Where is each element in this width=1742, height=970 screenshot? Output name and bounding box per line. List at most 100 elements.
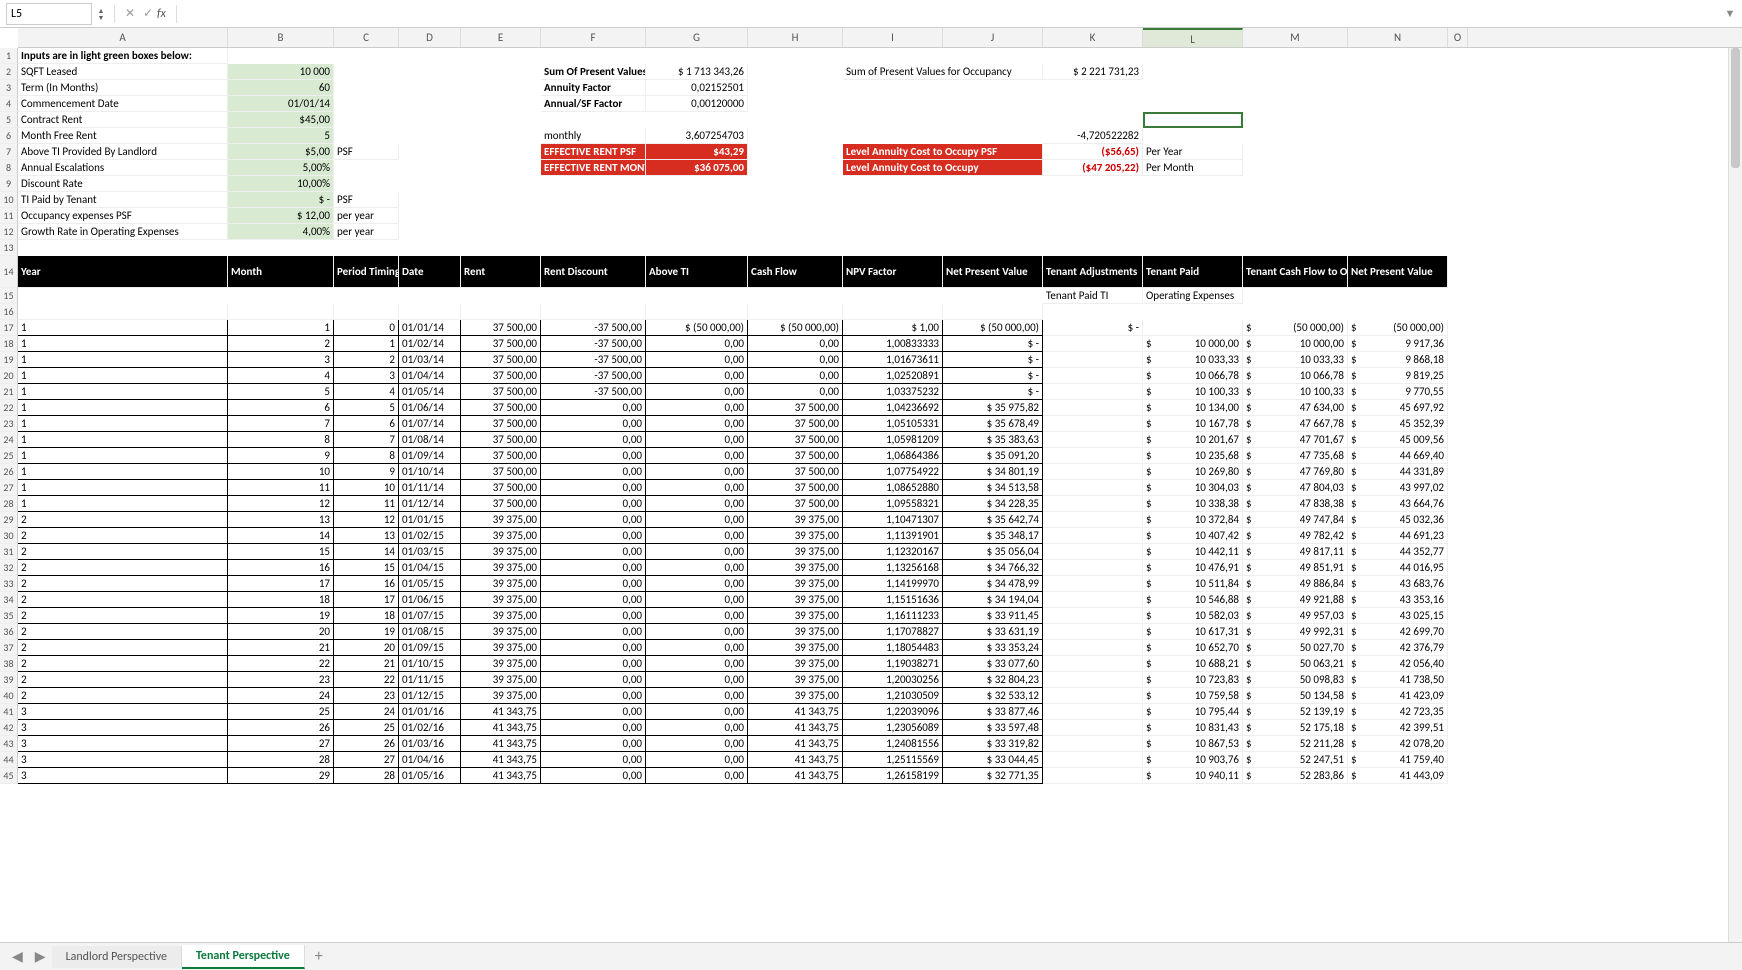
cell[interactable]: 1,02520891 bbox=[843, 368, 943, 384]
cell[interactable]: 01/09/14 bbox=[399, 448, 461, 464]
cell[interactable]: 01/06/14 bbox=[399, 400, 461, 416]
cell[interactable]: $10 100,33 bbox=[1243, 384, 1348, 400]
cell[interactable]: Sum of Present Values for Occupancy bbox=[843, 64, 1043, 80]
cell[interactable]: 37 500,00 bbox=[461, 368, 541, 384]
cell[interactable]: Annual/SF Factor bbox=[541, 96, 646, 112]
cell[interactable]: 0,00 bbox=[541, 736, 646, 752]
cell[interactable]: 14 bbox=[334, 544, 399, 560]
cell[interactable]: 1,12320167 bbox=[843, 544, 943, 560]
row-header-38[interactable]: 38 bbox=[0, 656, 18, 672]
cell[interactable]: 0,00 bbox=[541, 720, 646, 736]
cell[interactable]: 39 375,00 bbox=[748, 624, 843, 640]
cell[interactable] bbox=[1043, 672, 1143, 688]
cell[interactable]: Growth Rate in Operating Expenses bbox=[18, 224, 228, 240]
cell[interactable]: $10 372,84 bbox=[1143, 512, 1243, 528]
cell[interactable] bbox=[541, 304, 646, 320]
cell[interactable]: 12 bbox=[334, 512, 399, 528]
cell[interactable]: $50 134,58 bbox=[1243, 688, 1348, 704]
cell[interactable]: $49 957,03 bbox=[1243, 608, 1348, 624]
cell[interactable]: 01/10/14 bbox=[399, 464, 461, 480]
cell[interactable]: $10 652,70 bbox=[1143, 640, 1243, 656]
cell[interactable]: $42 078,20 bbox=[1348, 736, 1448, 752]
cell[interactable]: 1 bbox=[18, 368, 228, 384]
cell[interactable]: 0,00 bbox=[748, 352, 843, 368]
cell[interactable]: Per Year bbox=[1143, 144, 1243, 160]
cell[interactable]: $10 000,00 bbox=[1143, 336, 1243, 352]
cell[interactable]: 28 bbox=[228, 752, 334, 768]
cell[interactable]: 2 bbox=[18, 592, 228, 608]
row-header-35[interactable]: 35 bbox=[0, 608, 18, 624]
cell[interactable]: 1,11391901 bbox=[843, 528, 943, 544]
cell[interactable]: 1,18054483 bbox=[843, 640, 943, 656]
cell[interactable]: 1 bbox=[18, 384, 228, 400]
cell[interactable] bbox=[1043, 352, 1143, 368]
cell[interactable]: 1,24081556 bbox=[843, 736, 943, 752]
cell[interactable]: $41 423,09 bbox=[1348, 688, 1448, 704]
cell[interactable]: 0,00 bbox=[646, 560, 748, 576]
cell[interactable]: Tenant Cash Flow to Occupy bbox=[1243, 256, 1348, 288]
cell[interactable]: 37 500,00 bbox=[748, 464, 843, 480]
tab-nav-prev[interactable]: ◀ bbox=[6, 948, 29, 965]
cell[interactable]: $10 066,78 bbox=[1143, 368, 1243, 384]
cell[interactable]: 1,06864386 bbox=[843, 448, 943, 464]
name-box-stepper[interactable]: ▲ ▼ bbox=[94, 7, 108, 21]
cell[interactable]: 01/03/15 bbox=[399, 544, 461, 560]
cell[interactable]: 01/11/15 bbox=[399, 672, 461, 688]
cell[interactable]: 01/02/15 bbox=[399, 528, 461, 544]
cell[interactable]: $ (50 000,00) bbox=[646, 320, 748, 336]
vertical-scrollbar[interactable] bbox=[1728, 48, 1742, 942]
cell[interactable]: $ 34 228,35 bbox=[943, 496, 1043, 512]
col-header-F[interactable]: F bbox=[541, 28, 646, 47]
cell[interactable]: 12 bbox=[228, 496, 334, 512]
row-headers[interactable]: 1234567891011121314151617181920212223242… bbox=[0, 48, 18, 784]
row-header-6[interactable]: 6 bbox=[0, 128, 18, 144]
cell[interactable]: Level Annuity Cost to Occupy PSF bbox=[843, 144, 1043, 160]
fx-icon[interactable]: fx bbox=[157, 7, 166, 21]
cell[interactable]: 2 bbox=[18, 544, 228, 560]
cell[interactable]: 0,00 bbox=[748, 384, 843, 400]
cell[interactable]: $ - bbox=[943, 384, 1043, 400]
cell[interactable]: 2 bbox=[228, 336, 334, 352]
cell[interactable]: $ 34 801,19 bbox=[943, 464, 1043, 480]
cell[interactable]: 39 375,00 bbox=[461, 656, 541, 672]
cell[interactable]: 0,00 bbox=[646, 368, 748, 384]
cell[interactable]: 0,00 bbox=[541, 768, 646, 784]
cell[interactable]: 5,00% bbox=[228, 160, 334, 176]
cell[interactable]: 5 bbox=[228, 384, 334, 400]
cell[interactable]: $49 851,91 bbox=[1243, 560, 1348, 576]
cell[interactable]: 1 bbox=[18, 464, 228, 480]
cell[interactable]: $(50 000,00) bbox=[1348, 320, 1448, 336]
cell[interactable]: 41 343,75 bbox=[461, 768, 541, 784]
cell[interactable]: 21 bbox=[334, 656, 399, 672]
cell[interactable]: NPV Factor bbox=[843, 256, 943, 288]
cell[interactable]: 22 bbox=[334, 672, 399, 688]
cell[interactable]: 0,00 bbox=[646, 544, 748, 560]
cell[interactable]: 0,00 bbox=[541, 592, 646, 608]
cell[interactable]: 37 500,00 bbox=[461, 336, 541, 352]
cell[interactable]: 2 bbox=[18, 560, 228, 576]
cell[interactable]: $10 831,43 bbox=[1143, 720, 1243, 736]
row-header-41[interactable]: 41 bbox=[0, 704, 18, 720]
cell[interactable]: $ - bbox=[228, 192, 334, 208]
cell[interactable]: $10 759,58 bbox=[1143, 688, 1243, 704]
row-header-37[interactable]: 37 bbox=[0, 640, 18, 656]
cell[interactable]: $43,29 bbox=[646, 144, 748, 160]
row-header-21[interactable]: 21 bbox=[0, 384, 18, 400]
cell[interactable]: 2 bbox=[18, 672, 228, 688]
cell[interactable] bbox=[1043, 704, 1143, 720]
cell[interactable]: 1,09558321 bbox=[843, 496, 943, 512]
cell[interactable]: $10 033,33 bbox=[1243, 352, 1348, 368]
cell[interactable]: 16 bbox=[228, 560, 334, 576]
cell[interactable]: $ 35 975,82 bbox=[943, 400, 1043, 416]
row-header-7[interactable]: 7 bbox=[0, 144, 18, 160]
cell[interactable]: $ 34 478,99 bbox=[943, 576, 1043, 592]
cell[interactable]: 60 bbox=[228, 80, 334, 96]
cell[interactable]: -4,720522282 bbox=[1043, 128, 1143, 144]
cell[interactable]: 01/12/15 bbox=[399, 688, 461, 704]
column-headers[interactable]: ABCDEFGHIJKLMNO bbox=[18, 28, 1742, 48]
cell[interactable]: 01/04/15 bbox=[399, 560, 461, 576]
cell[interactable]: $(50 000,00) bbox=[1243, 320, 1348, 336]
cell[interactable]: 39 375,00 bbox=[748, 576, 843, 592]
cell[interactable] bbox=[1043, 688, 1143, 704]
cell[interactable]: 0,00 bbox=[748, 336, 843, 352]
